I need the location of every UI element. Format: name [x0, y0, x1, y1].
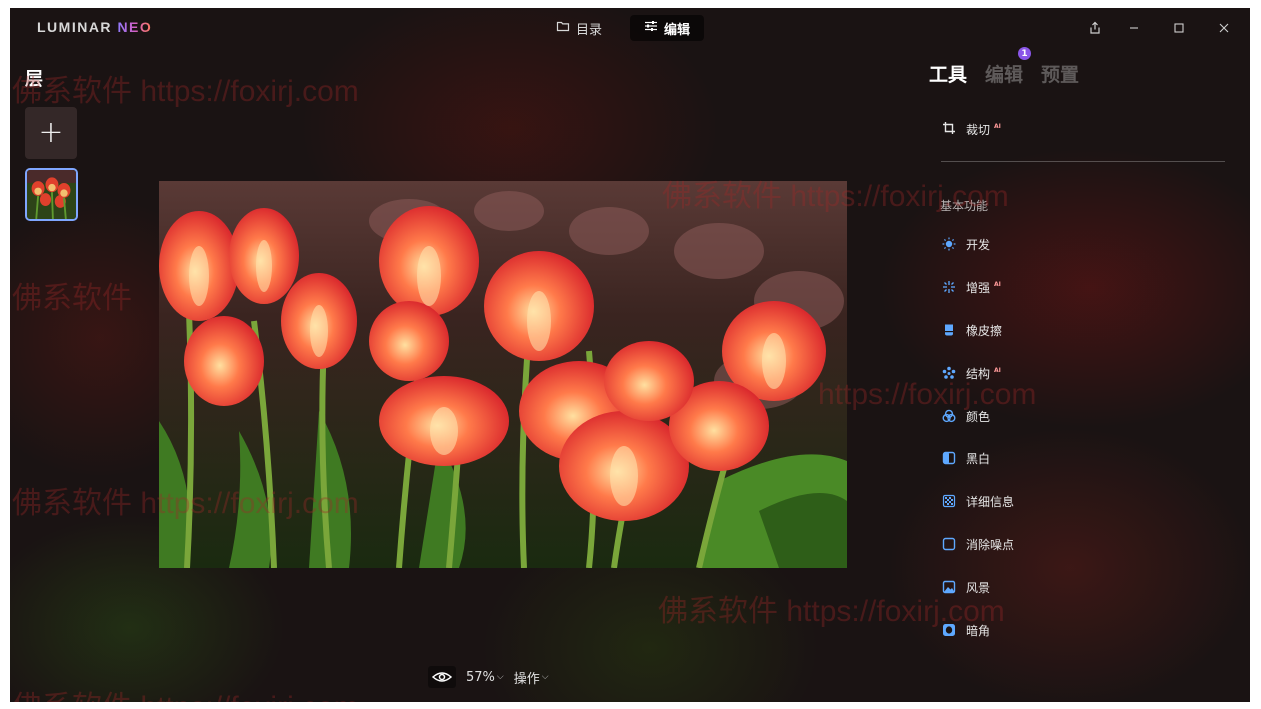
tab-edit-panel[interactable]: 编辑 1 [985, 47, 1032, 87]
tool-label: 增强 [966, 280, 991, 295]
tool-develop[interactable]: 开发 [942, 235, 990, 253]
share-icon [1090, 21, 1100, 34]
denoise-icon [942, 537, 956, 551]
landscape-icon [942, 580, 956, 594]
tool-label: 黑白 [966, 451, 991, 466]
tab-edit-panel-label: 编辑 [985, 64, 1024, 86]
tool-crop[interactable]: 裁切 AI [942, 121, 1001, 138]
canvas-toolbar: 57% ⌵ 操作 ⌵ [428, 666, 549, 688]
zoom-value: 57% [466, 669, 495, 685]
panel-tabs: 工具 编辑 1 预置 [929, 47, 1079, 87]
share-button[interactable] [1083, 16, 1107, 40]
app-logo: LUMINAR NEO [37, 19, 153, 35]
tool-label: 颜色 [966, 409, 991, 424]
actions-label: 操作 [513, 671, 540, 687]
layer-thumbnail[interactable] [25, 168, 78, 221]
ai-badge: AI [994, 366, 1001, 374]
eraser-icon [942, 323, 956, 337]
watermark: 佛系软件 [12, 282, 132, 315]
close-button[interactable] [1212, 16, 1236, 40]
tab-presets[interactable]: 预置 [1041, 60, 1079, 87]
tool-eraser[interactable]: 橡皮擦 [942, 321, 1002, 339]
ai-badge: AI [994, 280, 1001, 288]
tab-catalog-label: 目录 [576, 22, 603, 38]
details-icon [942, 494, 956, 508]
tab-catalog[interactable]: 目录 [542, 15, 616, 41]
tab-tools[interactable]: 工具 [929, 60, 967, 87]
ai-badge: AI [994, 123, 1001, 130]
chevron-down-icon: ⌵ [541, 672, 549, 682]
watermark: 佛系软件 https://foxirj.com [12, 682, 359, 702]
add-layer-button[interactable]: + [25, 107, 77, 159]
tool-label: 橡皮擦 [966, 323, 1003, 338]
tab-edit[interactable]: 编辑 [630, 15, 705, 41]
actions-dropdown[interactable]: 操作 ⌵ [514, 668, 549, 687]
black-white-icon [942, 451, 956, 465]
tool-label: 消除噪点 [966, 537, 1015, 552]
watermark: https://foxirj.com [818, 378, 1037, 411]
tool-label: 结构 [966, 366, 991, 381]
tab-edit-label: 编辑 [664, 22, 691, 38]
sun-icon [942, 237, 956, 251]
eye-icon [432, 672, 452, 682]
tool-crop-label: 裁切 [966, 123, 991, 137]
plus-icon: + [38, 115, 64, 150]
notification-badge: 1 [1018, 47, 1032, 60]
main-photo-canvas[interactable] [159, 181, 847, 568]
tool-enhance[interactable]: 增强 AI [942, 278, 1001, 296]
tool-landscape[interactable]: 风景 [942, 578, 990, 596]
tool-label: 详细信息 [966, 494, 1015, 509]
sliders-icon [644, 19, 658, 37]
minimize-button[interactable] [1122, 16, 1146, 40]
zoom-dropdown[interactable]: 57% ⌵ [466, 670, 504, 685]
structure-icon [942, 366, 956, 380]
section-title-basic: 基本功能 [940, 199, 989, 213]
tool-label: 风景 [966, 580, 991, 595]
vignette-icon [942, 623, 956, 637]
crop-icon [942, 121, 956, 138]
tool-denoise[interactable]: 消除噪点 [942, 535, 1014, 553]
tool-label: 开发 [966, 237, 991, 252]
tool-details[interactable]: 详细信息 [942, 492, 1014, 510]
title-bar: LUMINAR NEO 目录 编辑 [10, 8, 1250, 46]
maximize-icon [1174, 23, 1184, 33]
color-icon [942, 409, 956, 423]
tool-structure[interactable]: 结构 AI [942, 364, 1001, 382]
folder-icon [556, 19, 570, 37]
tool-label: 暗角 [966, 623, 991, 638]
app-window: LUMINAR NEO 目录 编辑 层 + 57% ⌵ 操作 ⌵ 工具 编辑 1… [10, 8, 1250, 702]
minimize-icon [1130, 27, 1138, 29]
chevron-down-icon: ⌵ [496, 672, 504, 682]
watermark: 佛系软件 https://foxirj.com [12, 75, 359, 108]
tool-vignette[interactable]: 暗角 [942, 621, 990, 639]
tool-black-white[interactable]: 黑白 [942, 449, 990, 467]
sparkle-icon [942, 280, 956, 294]
panel-divider [941, 161, 1225, 162]
maximize-button[interactable] [1167, 16, 1191, 40]
tool-color[interactable]: 颜色 [942, 407, 990, 425]
layers-title: 层 [25, 69, 43, 90]
preview-toggle-button[interactable] [428, 666, 456, 688]
close-icon [1219, 23, 1229, 33]
